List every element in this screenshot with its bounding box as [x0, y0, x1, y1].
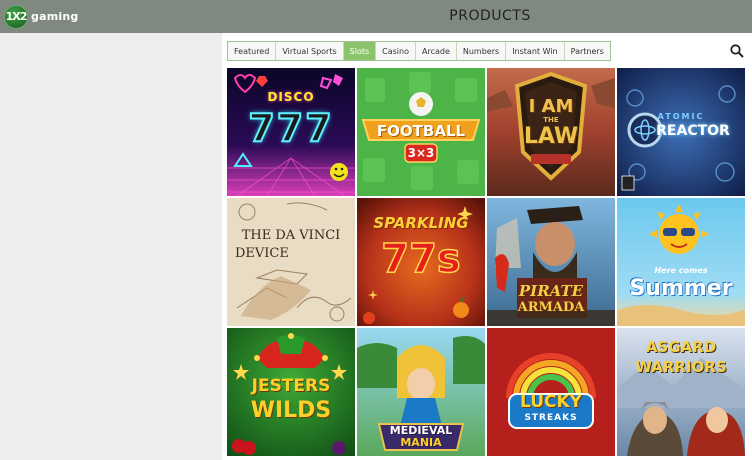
tab-partners[interactable]: Partners	[564, 42, 610, 60]
game-title-line2: Summer	[629, 276, 733, 301]
logo[interactable]: 1X2 gaming	[4, 4, 78, 29]
search-icon[interactable]	[730, 44, 744, 58]
game-tile-jesters-wilds[interactable]: JESTERS WILDS	[227, 328, 355, 456]
game-title-line2: DEVICE	[235, 246, 289, 261]
game-title-line1: I AM	[528, 96, 574, 117]
game-title-line2: 777	[247, 105, 334, 151]
game-title-line1: FOOTBALL	[376, 122, 466, 140]
game-art	[227, 198, 355, 326]
game-title-line1: ATOMIC	[657, 112, 705, 121]
tab-casino[interactable]: Casino	[376, 42, 416, 60]
game-title-line2: STREAKS	[524, 413, 578, 423]
game-title-line1: PIRATE	[518, 282, 584, 300]
game-title-line2: WARRIORS	[635, 358, 727, 376]
game-title-line1: SPARKLING	[373, 214, 469, 232]
game-title-line2: ARMADA	[517, 300, 585, 315]
tab-slots[interactable]: Slots	[343, 42, 377, 60]
game-tile-i-am-the-law[interactable]: I AM THE LAW	[487, 68, 615, 196]
game-title-line2: 3×3	[407, 146, 435, 160]
game-title-line1: DISCO	[267, 90, 315, 104]
game-tile-asgard-warriors[interactable]: ASGARD WARRIORS	[617, 328, 745, 456]
game-title-line1: JESTERS	[251, 376, 331, 396]
page-title: PRODUCTS	[449, 8, 531, 24]
game-title-line2: WILDS	[250, 398, 332, 423]
game-title-line2: REACTOR	[656, 123, 730, 139]
logo-text: gaming	[31, 10, 79, 23]
game-tile-sparkling-77s[interactable]: SPARKLING 77s	[357, 198, 485, 326]
game-art	[617, 198, 745, 326]
game-tile-lucky-streaks[interactable]: LUCKY STREAKS	[487, 328, 615, 456]
tab-numbers[interactable]: Numbers	[456, 42, 507, 60]
game-tile-disco-777[interactable]: DISCO 777	[227, 68, 355, 196]
game-grid: DISCO 777 FOOTBALL 3×3 I AM THE LAW ATOM…	[227, 68, 747, 460]
game-tile-medieval-mania[interactable]: MEDIEVAL MANIA	[357, 328, 485, 456]
game-tile-da-vinci-device[interactable]: THE DA VINCI DEVICE	[227, 198, 355, 326]
game-title-line1: Here comes	[654, 266, 708, 275]
tab-virtual-sports[interactable]: Virtual Sports	[276, 42, 344, 60]
game-title-line2: MANIA	[400, 436, 442, 449]
game-title-small: THE	[543, 116, 559, 124]
game-title-line2: LAW	[523, 124, 579, 149]
logo-badge-icon: 1X2	[4, 4, 28, 29]
game-title-line1: THE DA VINCI	[241, 228, 341, 243]
tab-arcade[interactable]: Arcade	[415, 42, 457, 60]
game-title-line1: ASGARD	[645, 338, 717, 356]
left-pane	[0, 33, 222, 460]
game-tile-football-3x3[interactable]: FOOTBALL 3×3	[357, 68, 485, 196]
game-tile-pirate-armada[interactable]: PIRATE ARMADA	[487, 198, 615, 326]
game-title-line2: 77s	[381, 235, 462, 283]
tab-featured[interactable]: Featured	[228, 42, 277, 60]
game-tile-here-comes-summer[interactable]: Here comes Summer	[617, 198, 745, 326]
logo-mark: 1X2	[5, 10, 28, 23]
game-tile-atomic-reactor[interactable]: ATOMIC REACTOR	[617, 68, 745, 196]
top-bar: 1X2 gaming PRODUCTS	[0, 0, 752, 33]
game-title-line1: LUCKY	[520, 392, 582, 412]
tab-instant-win[interactable]: Instant Win	[506, 42, 565, 60]
category-tabs: Featured Virtual Sports Slots Casino Arcade N…	[227, 41, 611, 61]
